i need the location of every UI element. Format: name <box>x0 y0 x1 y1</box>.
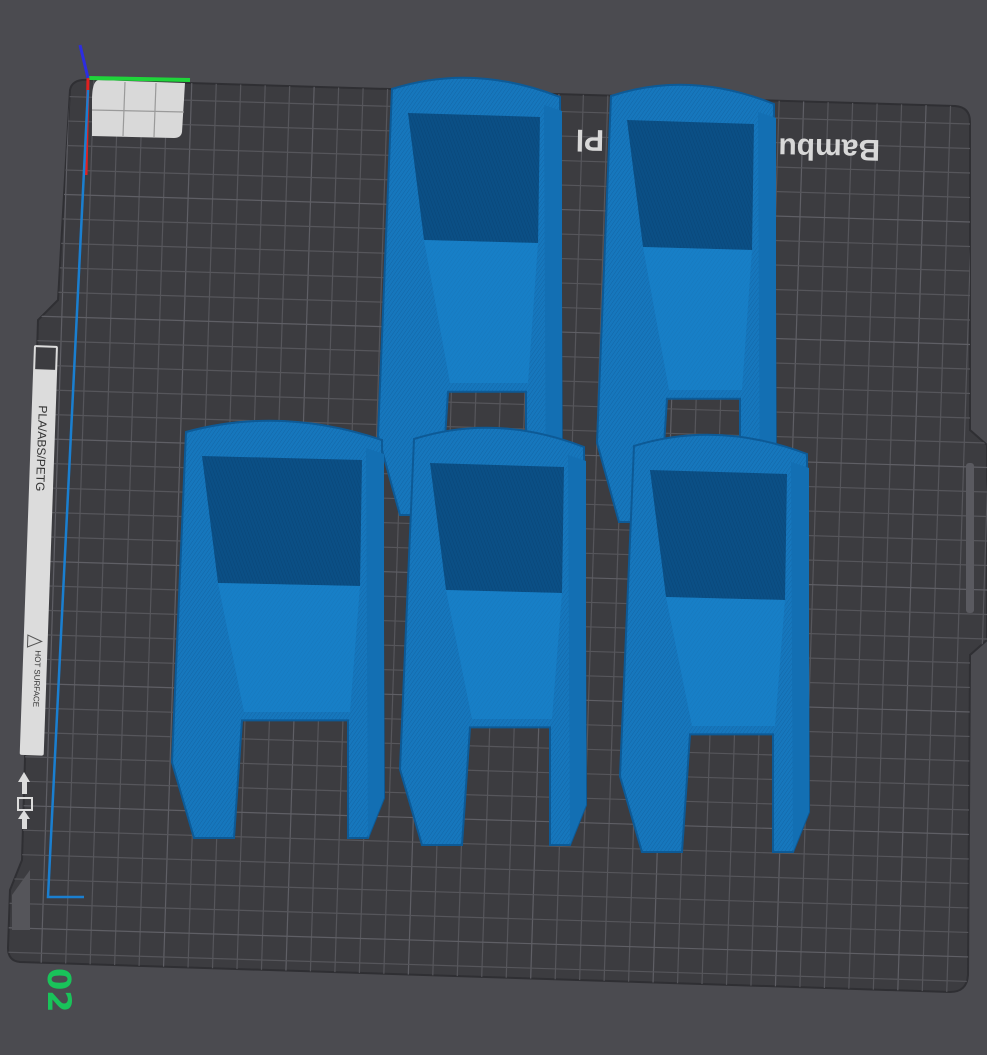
3d-viewport[interactable]: PLA/ABS/PETG HOT SURFACE Bambu T Pl <box>0 0 987 1055</box>
origin-marker <box>92 80 185 138</box>
part-side-wall <box>568 455 586 845</box>
part-back-wall <box>650 470 787 600</box>
part-side-wall <box>366 448 384 838</box>
plate-handle-right[interactable] <box>966 463 974 613</box>
bambu-logo-icon <box>35 347 56 370</box>
part-back-wall <box>202 456 362 586</box>
z-axis-line <box>78 44 90 79</box>
part-back-wall <box>430 463 564 593</box>
part-back-wall <box>627 120 754 250</box>
plate-brand-text-tail: Pl <box>575 123 604 156</box>
part-back-wall <box>408 113 540 243</box>
part-side-wall <box>791 462 809 852</box>
x-axis-line <box>87 76 191 82</box>
plate-number: 02 <box>40 968 78 1013</box>
